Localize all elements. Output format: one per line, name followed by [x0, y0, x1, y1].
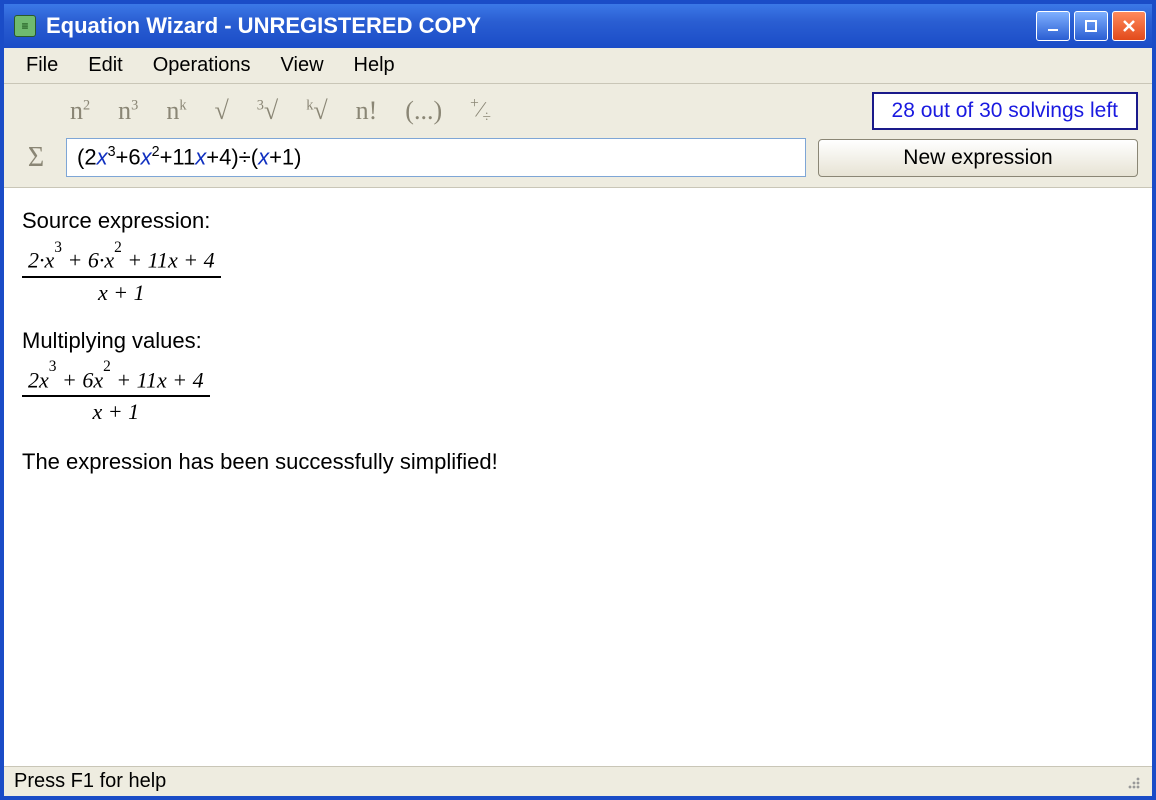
- maximize-icon: [1083, 18, 1099, 34]
- success-message: The expression has been successfully sim…: [22, 449, 1134, 475]
- title-bar: ≡ Equation Wizard - UNREGISTERED COPY: [4, 4, 1152, 48]
- step2-numerator: 2x3 + 6x2 + 11x + 4: [22, 366, 210, 397]
- solvings-left-indicator: 28 out of 30 solvings left: [872, 92, 1138, 130]
- btn-parens[interactable]: (...): [401, 96, 446, 126]
- menu-bar: File Edit Operations View Help: [4, 48, 1152, 84]
- toolbar-area: n2 n3 nk √ 3√ k√ n! (...) +∕÷ 28 out of …: [4, 84, 1152, 188]
- toolbar-row-2: Σ (2x3+6x2+11x+4)÷(x+1) New expression: [18, 138, 1138, 177]
- new-expression-button[interactable]: New expression: [818, 139, 1138, 177]
- app-window: ≡ Equation Wizard - UNREGISTERED COPY Fi…: [0, 0, 1156, 800]
- result-area: Source expression: 2·x3 + 6·x2 + 11x + 4…: [4, 188, 1152, 766]
- menu-file[interactable]: File: [12, 50, 72, 81]
- step2-label: Multiplying values:: [22, 328, 1134, 354]
- btn-n-cubed[interactable]: n3: [114, 96, 142, 126]
- btn-factorial[interactable]: n!: [352, 96, 382, 126]
- step1-fraction: 2·x3 + 6·x2 + 11x + 4 x + 1: [22, 246, 221, 305]
- toolbar-row-1: n2 n3 nk √ 3√ k√ n! (...) +∕÷ 28 out of …: [18, 92, 1138, 130]
- minimize-button[interactable]: [1036, 11, 1070, 41]
- step2-fraction: 2x3 + 6x2 + 11x + 4 x + 1: [22, 366, 210, 425]
- menu-edit[interactable]: Edit: [74, 50, 136, 81]
- menu-operations[interactable]: Operations: [139, 50, 265, 81]
- btn-n-squared[interactable]: n2: [66, 96, 94, 126]
- maximize-button[interactable]: [1074, 11, 1108, 41]
- window-controls: [1036, 11, 1146, 41]
- step2-denominator: x + 1: [22, 397, 210, 425]
- btn-n-power-k[interactable]: nk: [162, 96, 190, 126]
- sigma-icon[interactable]: Σ: [18, 142, 54, 174]
- btn-plus-over-minus[interactable]: +∕÷: [466, 94, 495, 127]
- app-icon: ≡: [14, 15, 36, 37]
- status-text: Press F1 for help: [14, 770, 166, 793]
- btn-sqrt[interactable]: √: [210, 96, 232, 126]
- window-title: Equation Wizard - UNREGISTERED COPY: [46, 13, 1026, 39]
- btn-cuberoot[interactable]: 3√: [253, 96, 282, 126]
- menu-view[interactable]: View: [267, 50, 338, 81]
- btn-kth-root[interactable]: k√: [302, 96, 331, 126]
- step1-numerator: 2·x3 + 6·x2 + 11x + 4: [22, 246, 221, 277]
- expression-input[interactable]: (2x3+6x2+11x+4)÷(x+1): [66, 138, 806, 177]
- close-button[interactable]: [1112, 11, 1146, 41]
- math-symbol-buttons: n2 n3 nk √ 3√ k√ n! (...) +∕÷: [18, 94, 860, 127]
- minimize-icon: [1045, 18, 1061, 34]
- step1-label: Source expression:: [22, 208, 1134, 234]
- menu-help[interactable]: Help: [340, 50, 409, 81]
- status-bar: Press F1 for help: [4, 766, 1152, 796]
- step1-denominator: x + 1: [22, 278, 221, 306]
- close-icon: [1121, 18, 1137, 34]
- resize-grip-icon[interactable]: [1124, 773, 1142, 791]
